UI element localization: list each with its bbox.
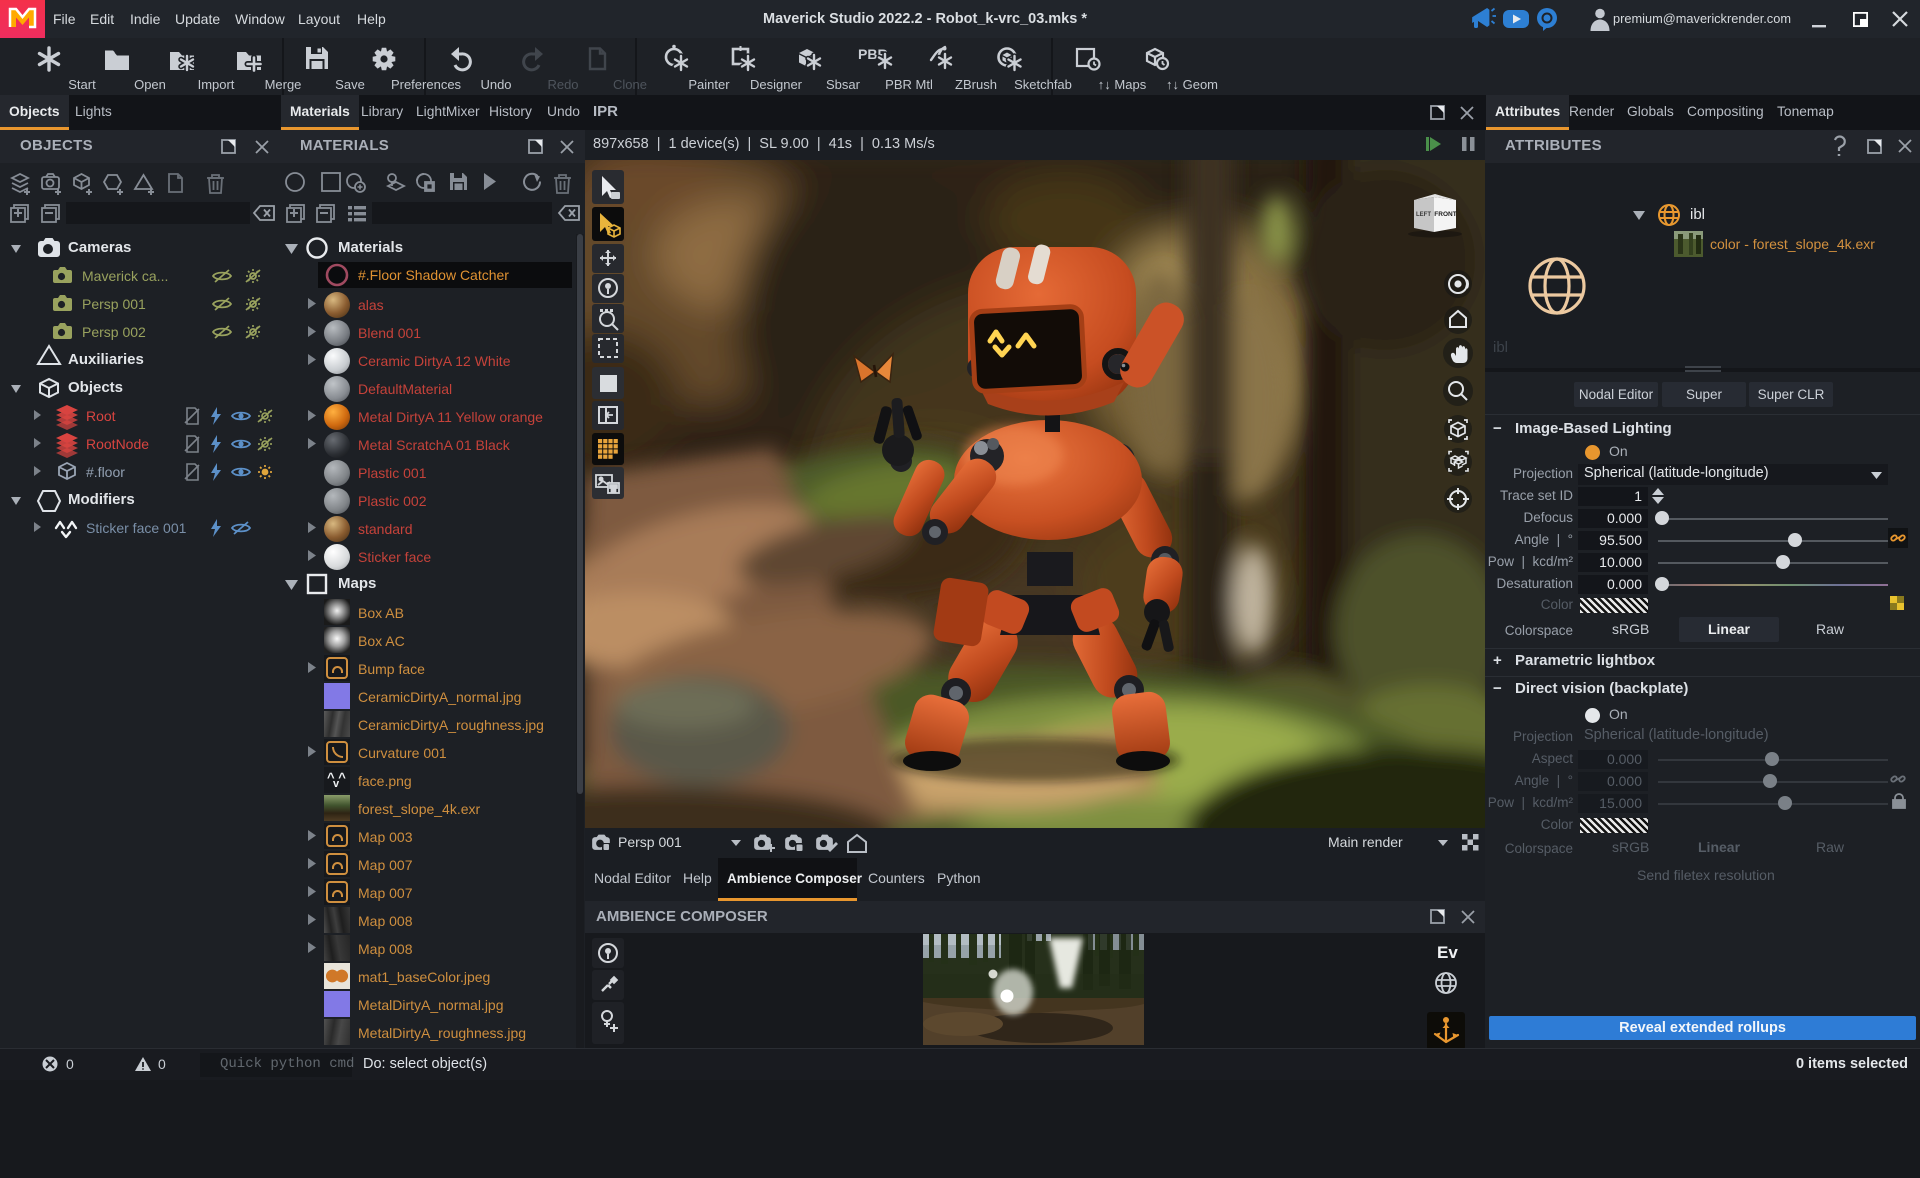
svg-text:FRONT: FRONT — [1434, 211, 1456, 218]
svg-text:LEFT: LEFT — [1416, 212, 1431, 218]
